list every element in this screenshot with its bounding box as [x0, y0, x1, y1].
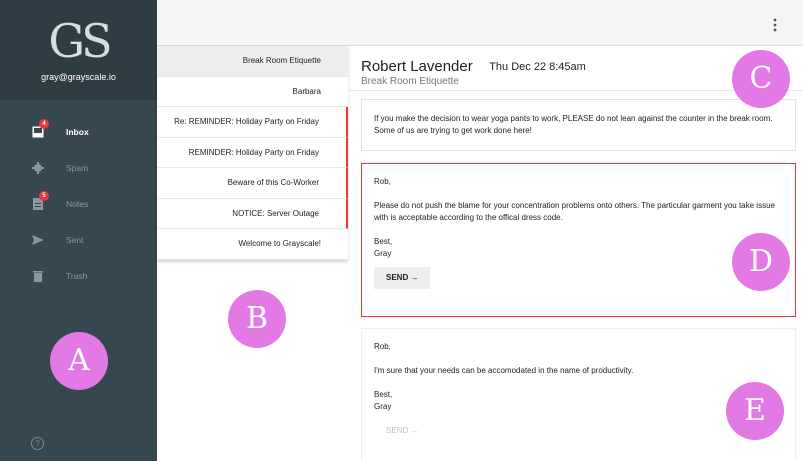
original-message: If you make the decision to wear yoga pa…: [361, 99, 796, 151]
message-body: If you make the decision to wear yoga pa…: [374, 114, 773, 135]
sidebar-item-label: Spam: [66, 163, 89, 173]
thread-item[interactable]: Welcome to Grayscale!: [157, 229, 348, 260]
draft-reply-selected[interactable]: Rob, Please do not push the blame for yo…: [361, 163, 796, 317]
annotation-marker-c: C: [732, 50, 790, 108]
sidebar-header: GS gray@grayscale.io: [0, 0, 157, 100]
draft-greeting: Rob,: [374, 342, 391, 351]
draft-signoff: Best,: [374, 390, 393, 399]
draft-body: Please do not push the blame for your co…: [374, 201, 775, 222]
message-subject: Break Room Etiquette: [361, 76, 459, 87]
draft-signoff: Best,: [374, 237, 393, 246]
sidebar-item-trash[interactable]: Trash: [0, 258, 157, 294]
app-logo: GS: [48, 14, 112, 68]
sidebar-item-inbox[interactable]: 4 Inbox: [0, 114, 157, 150]
thread-item[interactable]: NOTICE: Server Outage: [157, 198, 348, 229]
thread-item[interactable]: Re: REMINDER: Holiday Party on Friday: [157, 107, 348, 138]
send-button[interactable]: SEND →: [374, 267, 431, 289]
sidebar-item-label: Notes: [66, 199, 89, 209]
draft-signature: Gray: [374, 249, 392, 258]
draft-signature: Gray: [374, 402, 392, 411]
thread-item[interactable]: Beware of this Co-Worker: [157, 168, 348, 199]
annotation-marker-b: B: [228, 290, 286, 348]
sidebar-item-label: Sent: [66, 235, 84, 245]
sidebar-item-notes[interactable]: 5 Notes: [0, 186, 157, 222]
inbox-unread-badge: 4: [39, 119, 49, 129]
send-icon: [32, 234, 44, 246]
message-date: Thu Dec 22 8:45am: [489, 61, 586, 73]
message-header: Robert Lavender Thu Dec 22 8:45am Break …: [361, 58, 586, 87]
sidebar-nav: 4 Inbox Spam 5 Notes Sent Trash: [0, 114, 157, 294]
spam-icon: [32, 162, 44, 174]
account-email[interactable]: gray@grayscale.io: [0, 72, 157, 82]
help-icon[interactable]: ?: [31, 437, 44, 450]
annotation-marker-d: D: [732, 233, 790, 291]
sidebar-item-label: Inbox: [66, 127, 89, 137]
notes-count-badge: 5: [39, 191, 49, 201]
sidebar-item-label: Trash: [66, 271, 88, 281]
sidebar: GS gray@grayscale.io 4 Inbox Spam 5 Note…: [0, 0, 157, 461]
sidebar-item-spam[interactable]: Spam: [0, 150, 157, 186]
thread-item[interactable]: Break Room Etiquette: [157, 46, 348, 77]
trash-icon: [32, 270, 44, 282]
inbox-icon: 4: [32, 119, 49, 138]
thread-list: Break Room Etiquette Barbara Re: REMINDE…: [157, 46, 348, 260]
send-button-disabled[interactable]: SEND →: [374, 420, 430, 442]
message-sender: Robert Lavender: [361, 58, 473, 75]
thread-item[interactable]: Barbara: [157, 77, 348, 107]
sidebar-item-sent[interactable]: Sent: [0, 222, 157, 258]
annotation-marker-e: E: [726, 382, 784, 440]
top-toolbar: [157, 0, 803, 46]
notes-icon: 5: [32, 191, 49, 210]
thread-item[interactable]: REMINDER: Holiday Party on Friday: [157, 137, 348, 168]
draft-body: I'm sure that your needs can be accomoda…: [374, 366, 634, 375]
draft-greeting: Rob,: [374, 177, 391, 186]
more-vertical-icon[interactable]: [773, 18, 777, 32]
annotation-marker-a: A: [50, 332, 108, 390]
